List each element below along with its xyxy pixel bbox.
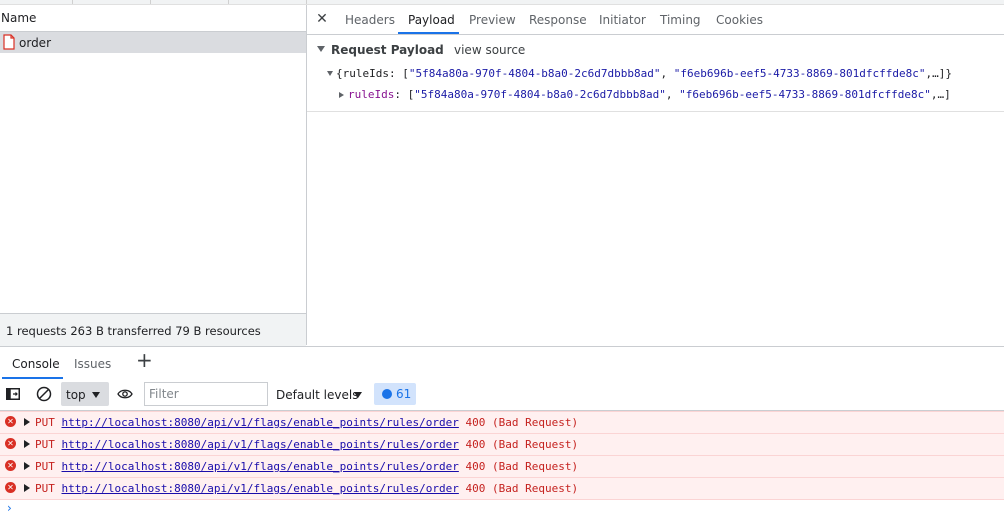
filter-input[interactable] (144, 382, 268, 406)
details-tabbar: ✕ Headers Payload Preview Response Initi… (307, 5, 1004, 35)
tab-preview[interactable]: Preview (469, 13, 516, 27)
clear-console-icon[interactable] (36, 386, 52, 402)
tab-headers[interactable]: Headers (345, 13, 395, 27)
log-entry[interactable]: ✕ PUT http://localhost:8080/api/v1/flags… (0, 411, 1004, 433)
context-value: top (66, 388, 86, 402)
sidebar-toggle-icon[interactable] (6, 388, 20, 400)
request-list-pane: Name order 1 requests 263 B transferred … (0, 5, 307, 346)
dropdown-arrow-icon (92, 392, 100, 398)
expand-triangle-icon[interactable] (24, 440, 30, 448)
tab-payload[interactable]: Payload (408, 13, 455, 27)
expand-triangle-icon[interactable] (24, 484, 30, 492)
name-column-header[interactable]: Name (0, 5, 306, 32)
summary-text: 1 requests 263 B transferred 79 B resour… (6, 324, 261, 338)
tab-console[interactable]: Console (12, 357, 60, 371)
request-url-link[interactable]: http://localhost:8080/api/v1/flags/enabl… (62, 482, 459, 495)
collapse-triangle-icon[interactable] (317, 46, 325, 52)
payload-root-line[interactable]: {ruleIds: ["5f84a80a-970f-4804-b8a0-2c6d… (327, 67, 952, 80)
console-prompt[interactable]: › (7, 501, 12, 515)
dropdown-arrow-icon[interactable] (354, 392, 362, 398)
expand-triangle-icon[interactable] (24, 418, 30, 426)
expand-triangle-icon[interactable] (339, 92, 344, 98)
active-tab-indicator (398, 32, 459, 34)
message-icon (382, 389, 392, 399)
eye-icon[interactable] (117, 388, 133, 400)
close-icon[interactable]: ✕ (315, 12, 329, 26)
payload-ruleids-line[interactable]: ruleIds: ["5f84a80a-970f-4804-b8a0-2c6d7… (339, 88, 951, 101)
document-icon (3, 34, 15, 50)
request-url-link[interactable]: http://localhost:8080/api/v1/flags/enabl… (62, 460, 459, 473)
console-toolbar: top Default levels 61 (0, 379, 1004, 411)
network-summary-bar: 1 requests 263 B transferred 79 B resour… (0, 313, 306, 346)
error-icon: ✕ (5, 482, 16, 493)
payload-title[interactable]: Request Payload (331, 43, 444, 57)
tab-initiator[interactable]: Initiator (599, 13, 646, 27)
view-source-link[interactable]: view source (454, 43, 525, 57)
request-row-order[interactable]: order (0, 32, 306, 53)
log-entry[interactable]: ✕ PUT http://localhost:8080/api/v1/flags… (0, 455, 1004, 477)
log-levels-select[interactable]: Default levels (276, 388, 358, 402)
tab-timing[interactable]: Timing (660, 13, 701, 27)
plus-icon[interactable]: + (136, 350, 153, 370)
console-log: ✕ PUT http://localhost:8080/api/v1/flags… (0, 411, 1004, 526)
expand-triangle-icon[interactable] (327, 71, 333, 76)
request-url-link[interactable]: http://localhost:8080/api/v1/flags/enabl… (62, 416, 459, 429)
error-icon: ✕ (5, 416, 16, 427)
log-entry[interactable]: ✕ PUT http://localhost:8080/api/v1/flags… (0, 433, 1004, 455)
log-entry[interactable]: ✕ PUT http://localhost:8080/api/v1/flags… (0, 477, 1004, 500)
request-details-pane: ✕ Headers Payload Preview Response Initi… (307, 5, 1004, 345)
tab-response[interactable]: Response (529, 13, 587, 27)
expand-triangle-icon[interactable] (24, 462, 30, 470)
error-icon: ✕ (5, 460, 16, 471)
request-name: order (19, 36, 51, 50)
drawer-tabbar: Console Issues + (0, 346, 1004, 380)
context-select[interactable]: top (61, 382, 109, 406)
request-payload-section: Request Payload view source {ruleIds: ["… (307, 35, 1004, 112)
message-count-badge[interactable]: 61 (374, 383, 416, 405)
tab-issues[interactable]: Issues (74, 357, 111, 371)
request-url-link[interactable]: http://localhost:8080/api/v1/flags/enabl… (62, 438, 459, 451)
tab-cookies[interactable]: Cookies (716, 13, 763, 27)
name-column-label: Name (1, 11, 37, 25)
error-icon: ✕ (5, 438, 16, 449)
message-count: 61 (396, 387, 412, 401)
